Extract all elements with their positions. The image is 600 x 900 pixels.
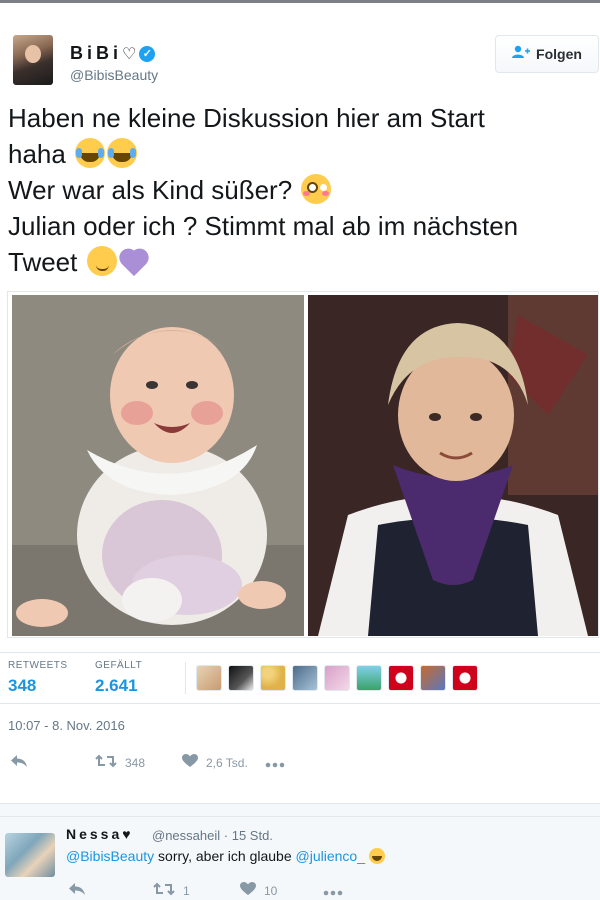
heart-icon [182, 752, 198, 773]
reply-icon [68, 880, 86, 900]
face-with-tears-of-joy-icon [107, 138, 138, 168]
toddler-photo[interactable] [308, 295, 598, 636]
mention-link[interactable]: @julienco_ [296, 848, 365, 864]
reply-display-name-text: Nessa [66, 826, 123, 842]
tweet-line-text: Julian oder ich ? Stimmt mal ab im nächs… [8, 211, 519, 241]
retweet-icon [95, 752, 117, 773]
profile-avatar[interactable] [13, 35, 53, 85]
user-handle[interactable]: @BibisBeauty [70, 67, 158, 83]
display-name[interactable]: BiBi♡ ✓ [70, 43, 156, 64]
liker-avatar[interactable] [260, 665, 286, 691]
retweets-label: RETWEETS [8, 660, 68, 671]
top-divider [0, 0, 600, 3]
baby-photo[interactable] [12, 295, 304, 636]
reply-divider [0, 816, 600, 817]
tweet-line: Haben ne kleine Diskussion hier am Start [8, 100, 588, 136]
reply-like-button[interactable]: 10 [240, 880, 277, 900]
tweet-line: haha [8, 136, 588, 172]
liker-avatar[interactable] [388, 665, 414, 691]
follow-button[interactable]: Folgen [495, 35, 599, 73]
face-with-tears-of-joy-icon [75, 138, 106, 168]
stats-divider [185, 662, 186, 694]
smirking-face-icon [86, 246, 117, 276]
reply-display-name[interactable]: Nessa♥ [66, 826, 131, 842]
heart-icon [240, 880, 256, 900]
likes-count[interactable]: 2.641 [95, 676, 138, 696]
tweet-text: Haben ne kleine Diskussion hier am Start… [8, 100, 588, 280]
reply-like-count: 10 [264, 883, 278, 898]
toddler-photo-illustration [308, 295, 598, 636]
retweet-count: 348 [125, 755, 146, 770]
liker-avatar[interactable] [196, 665, 222, 691]
flushed-face-icon [301, 174, 332, 204]
reply-handle[interactable]: @nessaheil [152, 828, 220, 843]
baby-photo-illustration [12, 295, 304, 636]
stats-top-divider [0, 652, 600, 653]
purple-heart-icon [119, 246, 151, 276]
tweet-media [7, 291, 599, 638]
retweet-icon [153, 880, 175, 900]
reply-retweet-count: 1 [183, 883, 190, 898]
reply-heart-icon: ♥ [122, 826, 131, 842]
mention-link[interactable]: @BibisBeauty [66, 848, 154, 864]
tweet-line-text: Tweet [8, 247, 78, 277]
reply-button[interactable] [10, 752, 28, 773]
liker-avatar[interactable] [420, 665, 446, 691]
follow-button-label: Folgen [536, 46, 582, 62]
tweet-timestamp[interactable]: 10:07 - 8. Nov. 2016 [8, 718, 125, 733]
tweet-line: Tweet [8, 244, 588, 280]
reply-separator: · [223, 828, 229, 843]
more-button[interactable] [265, 752, 285, 773]
reply-time[interactable]: 15 Std. [232, 828, 273, 843]
tweet-line: Julian oder ich ? Stimmt mal ab im nächs… [8, 208, 588, 244]
more-icon [323, 880, 343, 900]
tweet-line: Wer war als Kind süßer? [8, 172, 588, 208]
reply-retweet-button[interactable]: 1 [153, 880, 190, 900]
reply-text: @BibisBeauty sorry, aber ich glaube @jul… [66, 848, 385, 864]
tweet-line-text: haha [8, 139, 66, 169]
name-heart-icon: ♡ [122, 46, 137, 63]
verified-badge-icon: ✓ [139, 46, 156, 62]
liker-avatars [196, 665, 478, 691]
add-user-icon [512, 45, 531, 63]
liker-avatar[interactable] [452, 665, 478, 691]
retweets-count[interactable]: 348 [8, 676, 36, 696]
like-button[interactable]: 2,6 Tsd. [182, 752, 248, 773]
face-with-tears-of-joy-icon [368, 848, 385, 864]
reply-body-text: sorry, aber ich glaube [154, 848, 296, 864]
display-name-text: BiBi [70, 43, 122, 63]
likes-label: GEFÄLLT [95, 660, 143, 671]
reply-icon [10, 752, 28, 773]
liker-avatar[interactable] [292, 665, 318, 691]
reply-more-button[interactable] [323, 880, 343, 900]
reply-avatar[interactable] [5, 833, 55, 877]
retweet-button[interactable]: 348 [95, 752, 145, 773]
liker-avatar[interactable] [324, 665, 350, 691]
stats-bottom-divider [0, 703, 600, 704]
more-icon [265, 752, 285, 773]
like-count: 2,6 Tsd. [206, 755, 248, 770]
liker-avatar[interactable] [356, 665, 382, 691]
reply-reply-button[interactable] [68, 880, 86, 900]
liker-avatar[interactable] [228, 665, 254, 691]
reply-meta: @nessaheil · 15 Std. [152, 828, 273, 843]
tweet-line-text: Wer war als Kind süßer? [8, 175, 293, 205]
tweet-line-text: Haben ne kleine Diskussion hier am Start [8, 103, 485, 133]
